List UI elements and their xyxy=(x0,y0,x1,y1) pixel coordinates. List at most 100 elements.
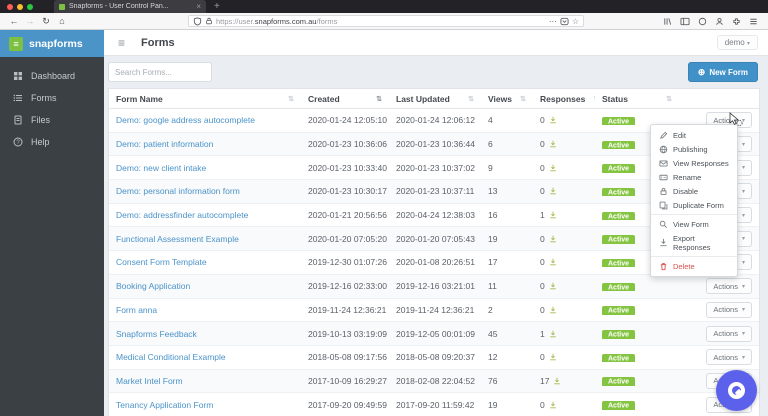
menu-item-rename[interactable]: Rename xyxy=(651,170,737,184)
window-minimize-button[interactable] xyxy=(17,3,23,10)
tab-close-icon[interactable]: × xyxy=(196,2,201,11)
download-responses-icon[interactable] xyxy=(549,353,557,361)
column-header-form-name[interactable]: Form Name ⇅ xyxy=(109,94,301,104)
download-responses-icon[interactable] xyxy=(549,187,557,195)
sort-icon[interactable]: ⇅ xyxy=(376,95,382,103)
menu-icon[interactable] xyxy=(749,17,758,26)
form-name-link[interactable]: Demo: google address autocomplete xyxy=(109,115,301,125)
sidebar-toggle-icon[interactable] xyxy=(680,17,690,26)
responses-count: 0 xyxy=(540,281,545,292)
sidebar-item-dashboard[interactable]: Dashboard xyxy=(0,65,104,87)
pocket-icon[interactable] xyxy=(560,17,569,26)
new-tab-button[interactable]: + xyxy=(214,1,220,12)
menu-item-edit[interactable]: Edit xyxy=(651,128,737,142)
status-badge: Active xyxy=(602,235,636,244)
download-responses-icon[interactable] xyxy=(549,140,557,148)
status-badge: Active xyxy=(602,330,636,339)
chevron-down-icon: ▾ xyxy=(741,354,745,361)
sidebar-item-files[interactable]: Files xyxy=(0,109,104,131)
back-icon[interactable]: ← xyxy=(6,16,22,26)
lock-icon[interactable] xyxy=(205,17,213,25)
extension-icon[interactable] xyxy=(732,17,741,26)
form-name-link[interactable]: Demo: new client intake xyxy=(109,163,301,173)
form-name-link[interactable]: Demo: addressfinder autocomplete xyxy=(109,210,301,220)
status-cell: Active xyxy=(595,400,679,410)
browser-tab[interactable]: Snapforms - User Control Pan... × xyxy=(54,0,206,13)
form-name-link[interactable]: Medical Conditional Example xyxy=(109,352,301,362)
column-header-created[interactable]: Created ⇅ xyxy=(301,94,389,104)
form-name-link[interactable]: Market Intel Form xyxy=(109,376,301,386)
refresh-icon[interactable]: ↻ xyxy=(38,16,54,27)
actions-button[interactable]: Actions▾ xyxy=(706,325,752,342)
column-header-responses[interactable]: Responses⇅ xyxy=(533,94,595,104)
form-name-link[interactable]: Consent Form Template xyxy=(109,257,301,267)
sidebar-item-forms[interactable]: Forms xyxy=(0,87,104,109)
brand-header[interactable]: ≡ snapforms xyxy=(0,30,104,57)
sort-icon[interactable]: ⇅ xyxy=(520,95,526,103)
actions-button[interactable]: Actions▾ xyxy=(706,301,752,318)
download-responses-icon[interactable] xyxy=(549,258,557,266)
responses-cell: 0 xyxy=(533,163,595,173)
download-responses-icon[interactable] xyxy=(549,282,557,290)
url-bar[interactable]: https://user.snapforms.com.au/forms ⋯ ☆ xyxy=(188,15,584,27)
column-header-last-updated[interactable]: Last Updated ⇅ xyxy=(389,94,481,104)
menu-item-view-responses[interactable]: View Responses xyxy=(651,156,737,170)
account-icon[interactable] xyxy=(715,17,724,26)
download-responses-icon[interactable] xyxy=(549,164,557,172)
created-value: 2017-10-09 16:29:27 xyxy=(308,375,387,386)
url-text[interactable]: https://user.snapforms.com.au/forms xyxy=(216,17,546,26)
column-header-status[interactable]: Status ⇅ xyxy=(595,94,679,104)
account-menu-button[interactable]: demo ▾ xyxy=(716,35,758,50)
menu-item-view-form[interactable]: View Form xyxy=(651,217,737,231)
sort-icon[interactable]: ⇅ xyxy=(468,95,474,103)
form-name-link[interactable]: Demo: patient information xyxy=(109,139,301,149)
chevron-down-icon: ▾ xyxy=(741,236,745,243)
screenshot-icon[interactable] xyxy=(698,17,707,26)
responses-cell: 1 xyxy=(533,329,595,339)
actions-button[interactable]: Actions▾ xyxy=(706,349,752,366)
download-responses-icon[interactable] xyxy=(549,306,557,314)
actions-button[interactable]: Actions▾ xyxy=(706,278,752,295)
sort-icon[interactable]: ⇅ xyxy=(666,95,672,103)
chat-widget-button[interactable] xyxy=(716,370,757,411)
home-icon[interactable]: ⌂ xyxy=(54,16,70,26)
shield-icon[interactable] xyxy=(193,16,202,26)
form-name-link[interactable]: Snapforms Feedback xyxy=(109,329,301,339)
page-actions-icon[interactable]: ⋯ xyxy=(549,17,557,26)
views-value: 76 xyxy=(488,375,498,386)
download-responses-icon[interactable] xyxy=(553,377,561,385)
sidebar-item-help[interactable]: ? Help xyxy=(0,131,104,153)
status-cell: Active xyxy=(595,352,679,363)
form-name-link[interactable]: Tenancy Application Form xyxy=(109,400,301,410)
created-value: 2020-01-23 10:30:17 xyxy=(308,186,387,197)
sort-icon[interactable]: ⇅ xyxy=(288,95,294,103)
sidebar-collapse-icon[interactable]: ≡ xyxy=(118,36,125,50)
form-name-link[interactable]: Form anna xyxy=(109,305,301,315)
menu-item-disable[interactable]: Disable xyxy=(651,184,737,198)
download-responses-icon[interactable] xyxy=(549,116,557,124)
views-value: 16 xyxy=(488,210,498,221)
sidebar-item-label: Help xyxy=(31,137,50,147)
new-form-button[interactable]: ⊕ New Form xyxy=(687,62,758,82)
download-responses-icon[interactable] xyxy=(549,235,557,243)
form-name-link[interactable]: Functional Assessment Example xyxy=(109,234,301,244)
views-value: 19 xyxy=(488,233,498,244)
window-zoom-button[interactable] xyxy=(27,3,33,10)
download-responses-icon[interactable] xyxy=(549,211,557,219)
window-close-button[interactable] xyxy=(7,3,13,10)
library-icon[interactable] xyxy=(663,17,672,26)
form-name-link[interactable]: Booking Application xyxy=(109,281,301,291)
menu-item-export-responses[interactable]: Export Responses xyxy=(651,231,737,254)
plus-icon: ⊕ xyxy=(697,66,706,77)
download-responses-icon[interactable] xyxy=(549,401,557,409)
form-name-link[interactable]: Demo: personal information form xyxy=(109,186,301,196)
chevron-down-icon: ▾ xyxy=(741,165,745,172)
search-input[interactable] xyxy=(108,62,212,82)
bookmark-star-icon[interactable]: ☆ xyxy=(572,17,579,26)
responses-count: 0 xyxy=(540,399,545,410)
menu-item-publishing[interactable]: Publishing xyxy=(651,142,737,156)
download-responses-icon[interactable] xyxy=(549,330,557,338)
column-header-views[interactable]: Views ⇅ xyxy=(481,94,533,104)
menu-item-delete[interactable]: Delete xyxy=(651,259,737,273)
menu-item-duplicate-form[interactable]: Duplicate Form xyxy=(651,198,737,212)
